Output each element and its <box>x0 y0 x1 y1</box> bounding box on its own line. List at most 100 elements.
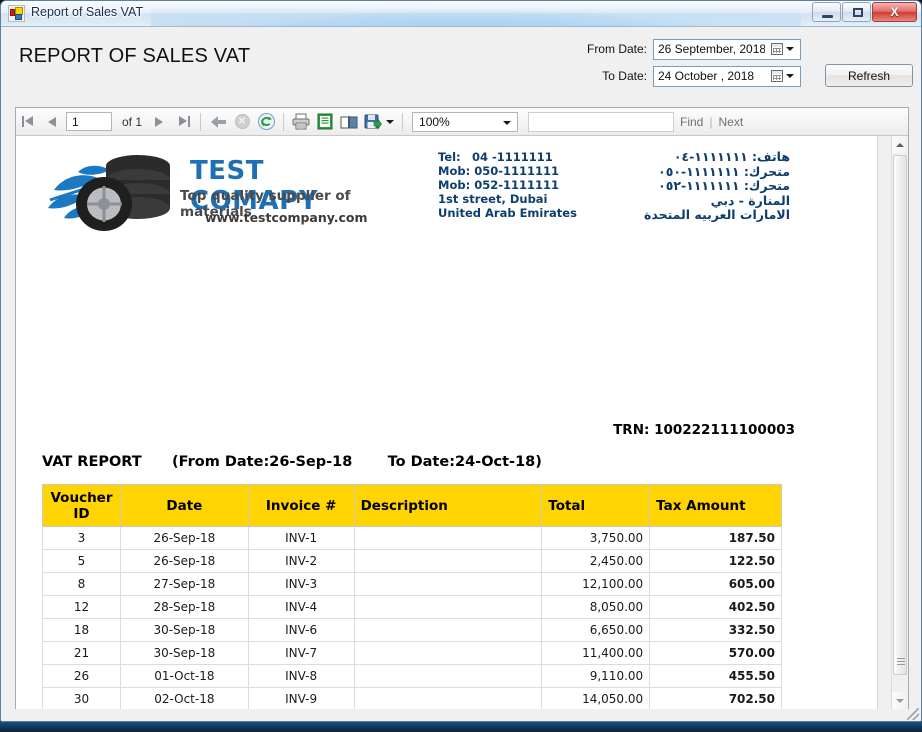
cell-date: 26-Sep-18 <box>119 526 249 550</box>
print-layout-icon[interactable] <box>314 111 336 133</box>
contact-tel: Tel: 04 -1111111 <box>438 150 553 164</box>
cell-tax-amount: 455.50 <box>649 664 782 688</box>
contact-info-english: Tel: 04 -1111111 Mob: 050-1111111 Mob: 0… <box>438 150 577 220</box>
date-filter-panel: From Date: 26 September, 2018 To Date: 2… <box>573 35 913 93</box>
cell-description <box>353 664 543 688</box>
cell-tax-amount: 187.50 <box>649 526 782 550</box>
export-save-icon[interactable] <box>362 111 384 133</box>
cell-invoice: INV-1 <box>247 526 355 550</box>
contact-tel-ar: هاتف: ١١١١١١١-٠٤ <box>673 149 790 164</box>
scrollbar-grip <box>897 658 905 666</box>
zoom-value: 100% <box>419 114 450 129</box>
cell-total: 12,100.00 <box>541 572 651 596</box>
column-header-invoice: Invoice # <box>247 484 355 527</box>
find-link[interactable]: Find <box>680 115 703 129</box>
cell-description <box>353 641 543 665</box>
cell-description <box>353 572 543 596</box>
application-window: Report of Sales VAT X REPORT OF SALES VA… <box>0 0 922 722</box>
link-separator: | <box>709 114 713 129</box>
table-body: 3 26-Sep-18 INV-1 3,750.00 187.50 5 26-Sep-18 I… <box>42 526 782 709</box>
contact-address-line-1-ar: المنارة - دبي <box>710 192 790 208</box>
export-dropdown-icon[interactable] <box>386 119 395 124</box>
from-date-row: From Date: 26 September, 2018 <box>573 38 913 60</box>
previous-page-icon[interactable] <box>41 111 63 133</box>
cell-voucher-id: 3 <box>42 526 121 550</box>
to-date-value: 24 October , 2018 <box>658 69 755 83</box>
maximize-button[interactable] <box>842 2 871 22</box>
chevron-down-icon <box>785 74 794 78</box>
scroll-up-button[interactable] <box>892 136 908 153</box>
tire-logo-icon <box>48 155 170 231</box>
refresh-icon[interactable] <box>255 111 277 133</box>
contact-mobile-2: Mob: 052-1111111 <box>438 178 559 192</box>
cell-description <box>353 595 543 619</box>
table-row: 3 26-Sep-18 INV-1 3,750.00 187.50 <box>42 526 782 550</box>
scrollbar-thumb[interactable] <box>893 155 907 675</box>
cell-date: 26-Sep-18 <box>119 549 249 573</box>
to-date-picker[interactable]: 24 October , 2018 <box>653 65 801 87</box>
close-button[interactable]: X <box>872 2 917 22</box>
stop-icon[interactable]: ✕ <box>231 111 253 133</box>
page-count-label: of 1 <box>122 114 143 129</box>
zoom-select[interactable]: 100% <box>412 111 519 132</box>
vertical-scrollbar[interactable] <box>891 136 908 709</box>
cell-voucher-id: 30 <box>42 687 121 709</box>
contact-address-line-2-ar: الامارات العربيه المتحدة <box>643 207 790 222</box>
scroll-down-button[interactable] <box>892 692 908 709</box>
chevron-down-icon <box>785 47 794 51</box>
cell-invoice: INV-3 <box>247 572 355 596</box>
cell-date: 27-Sep-18 <box>119 572 249 596</box>
minimize-button[interactable] <box>812 2 841 22</box>
table-header: Voucher ID Date Invoice # Description To… <box>42 484 782 527</box>
cell-tax-amount: 402.50 <box>649 595 782 619</box>
cell-invoice: INV-9 <box>247 687 355 709</box>
company-logo: TEST COMAPY Top quality supplier of mate… <box>42 148 394 236</box>
from-date-buttons[interactable] <box>765 40 799 58</box>
cell-description <box>353 618 543 642</box>
column-header-description: Description <box>353 484 543 527</box>
table-header-row: Voucher ID Date Invoice # Description To… <box>42 484 782 527</box>
first-page-icon[interactable] <box>17 111 39 133</box>
cell-total: 9,110.00 <box>541 664 651 688</box>
refresh-button[interactable]: Refresh <box>825 64 913 87</box>
cell-tax-amount: 605.00 <box>649 572 782 596</box>
cell-voucher-id: 12 <box>42 595 121 619</box>
cell-date: 30-Sep-18 <box>119 618 249 642</box>
cell-invoice: INV-6 <box>247 618 355 642</box>
table-row: 8 27-Sep-18 INV-3 12,100.00 605.00 <box>42 572 782 596</box>
to-date-label: To Date: <box>602 69 647 83</box>
table-row: 26 01-Oct-18 INV-8 9,110.00 455.50 <box>42 664 782 688</box>
from-date-value: 26 September, 2018 <box>658 42 767 56</box>
cell-tax-amount: 702.50 <box>649 687 782 709</box>
toolbar-separator <box>200 112 202 131</box>
cell-voucher-id: 18 <box>42 618 121 642</box>
to-date-buttons[interactable] <box>765 67 799 85</box>
cell-tax-amount: 122.50 <box>649 549 782 573</box>
window-controls: X <box>812 2 917 22</box>
contact-address-line-1: 1st street, Dubai <box>438 192 548 206</box>
trn-number: TRN: 100222111100003 <box>613 422 795 438</box>
next-link[interactable]: Next <box>718 115 743 129</box>
back-arrow-icon[interactable] <box>207 111 229 133</box>
cell-invoice: INV-2 <box>247 549 355 573</box>
page-setup-icon[interactable] <box>338 111 360 133</box>
last-page-icon[interactable] <box>172 111 194 133</box>
cell-voucher-id: 8 <box>42 572 121 596</box>
table-row: 30 02-Oct-18 INV-9 14,050.00 702.50 <box>42 687 782 709</box>
next-page-icon[interactable] <box>148 111 170 133</box>
contact-address-line-2: United Arab Emirates <box>438 206 577 220</box>
cell-date: 28-Sep-18 <box>119 595 249 619</box>
title-bar[interactable]: Report of Sales VAT X <box>1 1 921 27</box>
logo-website: www.testcompany.com <box>205 210 368 225</box>
cell-total: 14,050.00 <box>541 687 651 709</box>
contact-info-arabic: هاتف: ١١١١١١١-٠٤ متحرك: ١١١١١١١-٠٥٠ متحر… <box>590 149 790 223</box>
table-row: 5 26-Sep-18 INV-2 2,450.00 122.50 <box>42 549 782 573</box>
page-number-input[interactable]: 1 <box>66 112 112 131</box>
cell-total: 8,050.00 <box>541 595 651 619</box>
table-row: 18 30-Sep-18 INV-6 6,650.00 332.50 <box>42 618 782 642</box>
resize-grip[interactable] <box>907 708 919 720</box>
print-icon[interactable] <box>290 111 312 133</box>
cell-description <box>353 687 543 709</box>
search-input[interactable] <box>528 111 675 132</box>
from-date-picker[interactable]: 26 September, 2018 <box>653 38 801 60</box>
